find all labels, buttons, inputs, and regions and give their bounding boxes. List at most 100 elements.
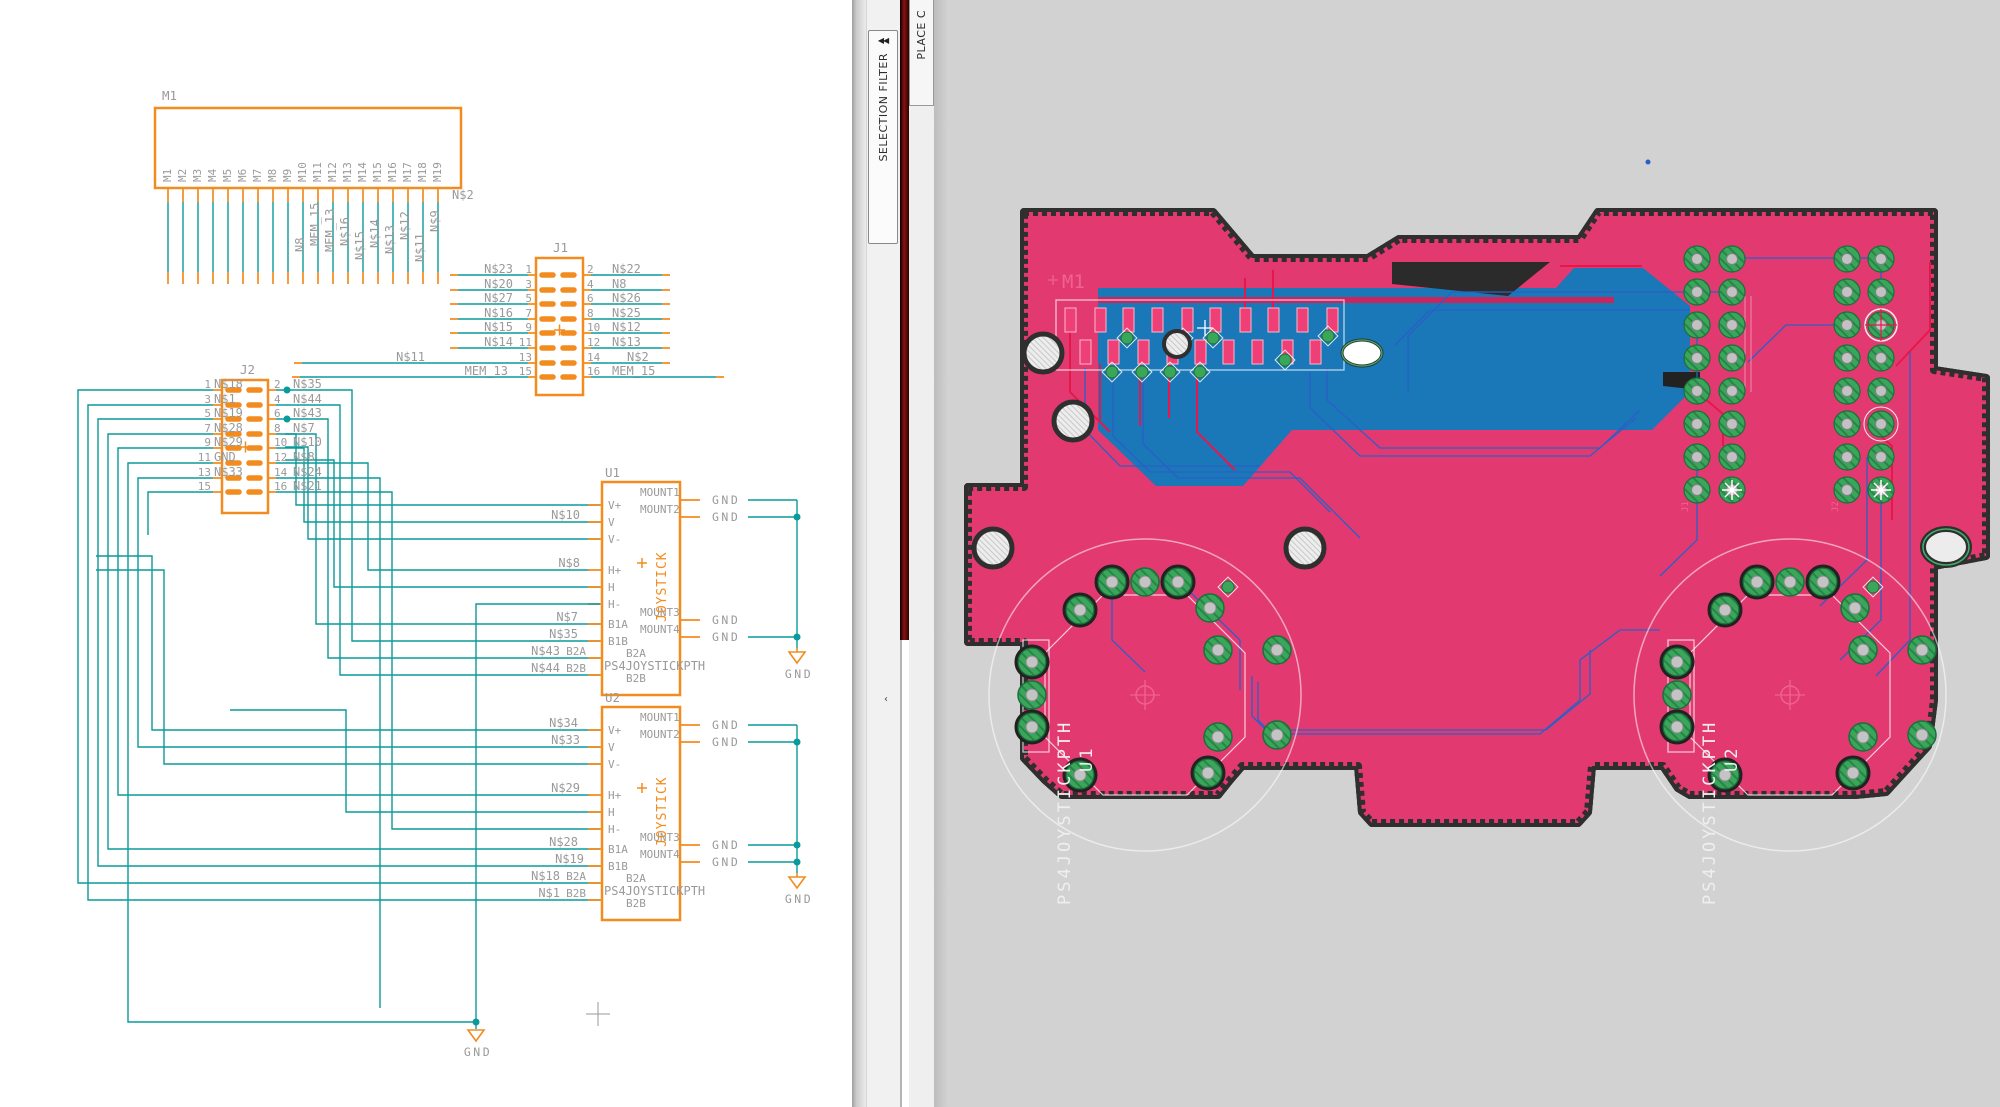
- svg-text:V: V: [608, 516, 615, 529]
- svg-text:N$27: N$27: [484, 291, 513, 305]
- svg-text:V+: V+: [608, 499, 622, 512]
- svg-text:N$43: N$43: [293, 406, 322, 420]
- svg-text:N$23: N$23: [484, 262, 513, 276]
- svg-text:N$18: N$18: [214, 377, 243, 391]
- pcb-editor[interactable]: M1 J1 J2: [934, 0, 2000, 1107]
- selection-filter-tab[interactable]: ◀◀ SELECTION FILTER: [868, 30, 898, 244]
- svg-text:N$11: N$11: [413, 233, 427, 262]
- svg-text:10: 10: [587, 321, 600, 334]
- schematic-editor[interactable]: M1 M1 M2 M3 M4 M5 M6 M7 M8 M9 M10 M11 M1…: [0, 0, 866, 1107]
- gnd-label: GND: [464, 1045, 492, 1059]
- window-gap: [900, 0, 909, 640]
- svg-text:M1: M1: [161, 169, 174, 182]
- svg-text:GND: GND: [712, 493, 740, 507]
- svg-text:N$13: N$13: [383, 225, 397, 254]
- svg-text:V-: V-: [608, 758, 621, 771]
- wire-junction: [284, 416, 291, 423]
- svg-text:N$10: N$10: [293, 435, 322, 449]
- silkscreen-part: PS4JOYSTICKPTH: [1700, 720, 1720, 905]
- svg-text:12: 12: [274, 451, 287, 464]
- svg-text:M18: M18: [416, 162, 429, 182]
- wire-junction: [794, 739, 801, 746]
- component-ref: J2: [240, 362, 255, 377]
- collapse-panel-icon[interactable]: ◀◀: [878, 37, 888, 45]
- wire-junction: [794, 842, 801, 849]
- svg-text:16: 16: [274, 480, 287, 493]
- selection-filter-label: SELECTION FILTER: [877, 53, 890, 162]
- component-ref: U1: [605, 465, 620, 480]
- place-components-tab[interactable]: PLACE C: [909, 0, 934, 106]
- svg-text:N$44: N$44: [293, 392, 322, 406]
- svg-text:N$44: N$44: [531, 661, 560, 675]
- svg-text:H-: H-: [608, 598, 621, 611]
- svg-text:M2: M2: [176, 169, 189, 182]
- svg-text:2: 2: [587, 263, 594, 276]
- chevron-left-icon[interactable]: ‹: [884, 694, 888, 705]
- svg-text:15: 15: [198, 480, 211, 493]
- svg-text:MEM_13: MEM_13: [323, 209, 337, 252]
- silkscreen-ref: U2: [1722, 746, 1742, 772]
- svg-text:H: H: [608, 806, 615, 819]
- svg-text:B2A: B2A: [566, 870, 586, 883]
- svg-text:MEM_15: MEM_15: [612, 364, 655, 378]
- svg-text:M17: M17: [401, 162, 414, 182]
- svg-text:B2B: B2B: [626, 672, 646, 685]
- svg-text:8: 8: [274, 422, 281, 435]
- svg-text:13: 13: [519, 351, 532, 364]
- svg-text:H: H: [608, 581, 615, 594]
- svg-text:N$35: N$35: [549, 627, 578, 641]
- svg-text:M9: M9: [281, 169, 294, 182]
- svg-text:2: 2: [274, 378, 281, 391]
- svg-text:M19: M19: [431, 162, 444, 182]
- window-splitter[interactable]: [852, 0, 866, 1107]
- svg-text:V-: V-: [608, 533, 621, 546]
- pin1-star: [1722, 480, 1742, 500]
- svg-text:N$22: N$22: [612, 262, 641, 276]
- svg-text:N$13: N$13: [612, 335, 641, 349]
- svg-text:B2B: B2B: [626, 897, 646, 910]
- svg-text:N$14: N$14: [368, 219, 382, 248]
- svg-text:M7: M7: [251, 169, 264, 182]
- svg-text:N$15: N$15: [353, 231, 367, 260]
- svg-text:N$19: N$19: [555, 852, 584, 866]
- svg-text:N$28: N$28: [549, 835, 578, 849]
- svg-text:5: 5: [525, 292, 532, 305]
- svg-text:B2A: B2A: [566, 645, 586, 658]
- svg-text:N8: N8: [293, 238, 307, 252]
- svg-text:7: 7: [525, 307, 532, 320]
- svg-text:N$12: N$12: [398, 211, 412, 240]
- place-panel: [909, 0, 934, 1107]
- svg-text:11: 11: [198, 451, 211, 464]
- silkscreen-ref: U1: [1077, 746, 1097, 772]
- place-components-label: PLACE C: [915, 10, 928, 60]
- svg-text:N$12: N$12: [612, 320, 641, 334]
- svg-text:GND: GND: [214, 450, 236, 464]
- svg-text:M16: M16: [386, 162, 399, 182]
- svg-text:N$19: N$19: [214, 406, 243, 420]
- svg-text:M13: M13: [341, 162, 354, 182]
- silkscreen-ref: J2: [1831, 501, 1841, 512]
- svg-text:N$9: N$9: [428, 210, 442, 232]
- wire-junction: [794, 634, 801, 641]
- wire-junction: [794, 859, 801, 866]
- svg-text:GND: GND: [712, 735, 740, 749]
- svg-text:M4: M4: [206, 168, 219, 182]
- svg-text:H-: H-: [608, 823, 621, 836]
- svg-text:M15: M15: [371, 162, 384, 182]
- svg-text:MOUNT2: MOUNT2: [640, 728, 680, 741]
- body-text: JOYSTICK: [655, 551, 670, 622]
- svg-text:N$15: N$15: [484, 320, 513, 334]
- svg-text:6: 6: [274, 407, 281, 420]
- svg-text:N$10: N$10: [551, 508, 580, 522]
- net-label: N$2: [452, 188, 474, 202]
- svg-text:10: 10: [274, 436, 287, 449]
- pin1-star: [1871, 480, 1891, 500]
- svg-text:M5: M5: [221, 169, 234, 182]
- svg-text:MOUNT4: MOUNT4: [640, 848, 680, 861]
- svg-text:B2B: B2B: [566, 662, 586, 675]
- svg-text:N$43: N$43: [531, 644, 560, 658]
- svg-text:15: 15: [519, 365, 532, 378]
- wire-junction: [794, 514, 801, 521]
- svg-text:MOUNT4: MOUNT4: [640, 623, 680, 636]
- silkscreen-part: PS4JOYSTICKPTH: [1055, 720, 1075, 905]
